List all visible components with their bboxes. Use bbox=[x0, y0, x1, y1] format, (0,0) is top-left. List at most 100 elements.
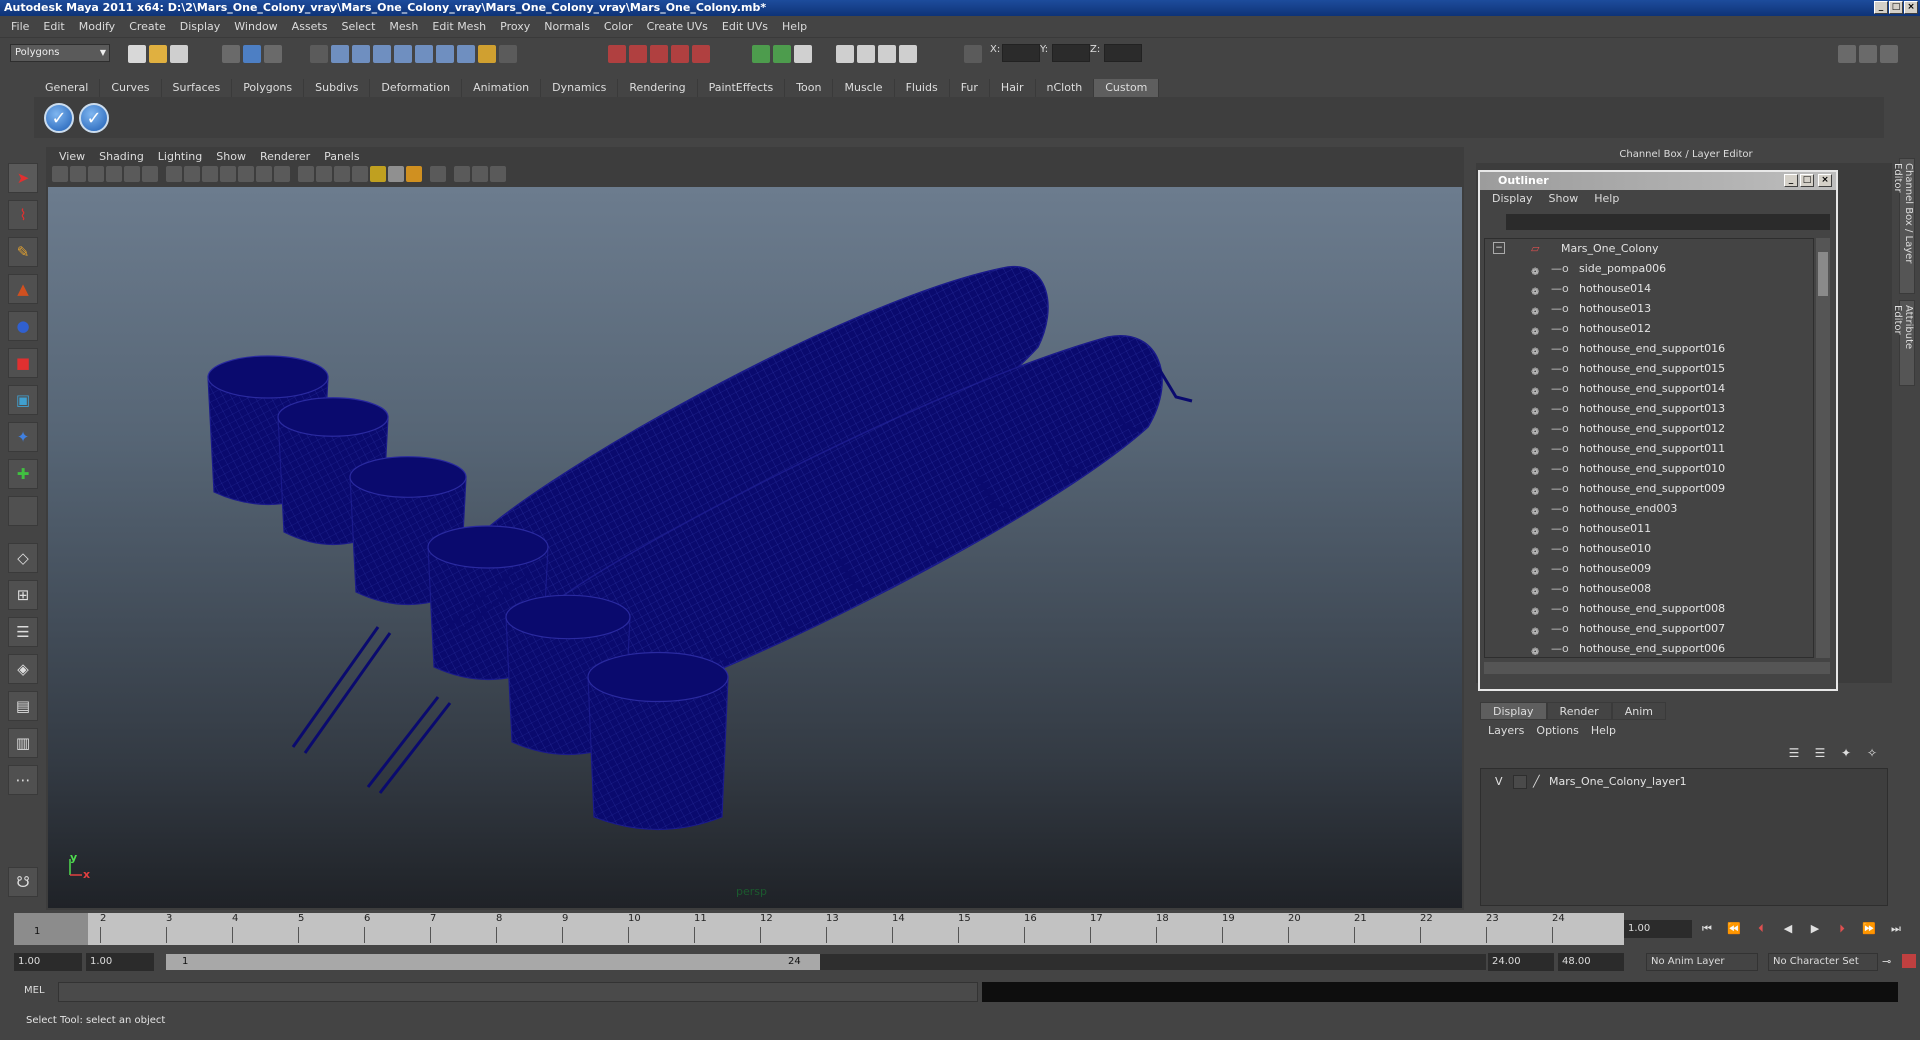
collapse-icon[interactable]: − bbox=[1493, 242, 1505, 254]
snap-point-icon[interactable] bbox=[650, 45, 668, 63]
paint-select-tool-icon[interactable]: ✎ bbox=[8, 237, 38, 267]
outliner-filter-input[interactable] bbox=[1506, 214, 1830, 230]
viewport-menu-lighting[interactable]: Lighting bbox=[151, 149, 209, 165]
outliner-menu-help[interactable]: Help bbox=[1586, 190, 1627, 208]
viewport-menu-panels[interactable]: Panels bbox=[317, 149, 366, 165]
minimize-button[interactable]: _ bbox=[1874, 1, 1888, 14]
xray-joints-icon[interactable] bbox=[472, 166, 488, 182]
snap-grid-icon[interactable] bbox=[608, 45, 626, 63]
outliner-item-row[interactable]: ❁ —o hothouse_end003 bbox=[1485, 499, 1813, 519]
select-tool-icon[interactable]: ➤ bbox=[8, 163, 38, 193]
outliner-item-row[interactable]: ❁ —o hothouse_end_support012 bbox=[1485, 419, 1813, 439]
go-to-start-icon[interactable]: ⏮ bbox=[1698, 920, 1716, 938]
menu-edit[interactable]: Edit bbox=[36, 20, 71, 33]
outliner-item-row[interactable]: ❁ —o hothouse_end_support014 bbox=[1485, 379, 1813, 399]
all-lights-icon[interactable] bbox=[406, 166, 422, 182]
soft-modification-icon[interactable]: ✦ bbox=[8, 422, 38, 452]
shelf-tab-custom[interactable]: Custom bbox=[1094, 79, 1160, 97]
lasso-tool-icon[interactable]: ⌇ bbox=[8, 200, 38, 230]
show-attribute-editor-icon[interactable] bbox=[1838, 45, 1856, 63]
current-frame-marker[interactable] bbox=[14, 913, 88, 945]
shelf-tab-subdivs[interactable]: Subdivs bbox=[304, 79, 371, 97]
maximize-button[interactable]: □ bbox=[1800, 174, 1814, 187]
menu-display[interactable]: Display bbox=[173, 20, 228, 33]
lock-selection-icon[interactable] bbox=[478, 45, 496, 63]
playback-start-field[interactable]: 1.00 bbox=[86, 953, 154, 971]
layer-tab-render[interactable]: Render bbox=[1546, 702, 1612, 720]
shelf-tab-curves[interactable]: Curves bbox=[100, 79, 162, 97]
highlight-selection-icon[interactable] bbox=[499, 45, 517, 63]
viewport-menu-renderer[interactable]: Renderer bbox=[253, 149, 317, 165]
menu-create[interactable]: Create bbox=[122, 20, 173, 33]
persp-outliner-layout-icon[interactable]: ☰ bbox=[8, 617, 38, 647]
wireframe-icon[interactable] bbox=[298, 166, 314, 182]
shelf-tab-dynamics[interactable]: Dynamics bbox=[541, 79, 619, 97]
outliner-item-row[interactable]: ❁ —o hothouse011 bbox=[1485, 519, 1813, 539]
character-set-dropdown[interactable]: No Character Set bbox=[1768, 953, 1878, 971]
current-frame-field[interactable]: 1.00 bbox=[1624, 920, 1692, 938]
outliner-item-row[interactable]: ❁ —o hothouse_end_support010 bbox=[1485, 459, 1813, 479]
anim-layer-dropdown[interactable]: No Anim Layer bbox=[1646, 953, 1758, 971]
range-slider-handle[interactable]: 1 24 bbox=[166, 954, 820, 970]
safe-title-icon[interactable] bbox=[274, 166, 290, 182]
outliner-horizontal-scrollbar[interactable] bbox=[1484, 662, 1830, 674]
bookmarks-icon[interactable] bbox=[88, 166, 104, 182]
show-manipulator-icon[interactable]: ✚ bbox=[8, 459, 38, 489]
render-current-frame-icon[interactable] bbox=[857, 45, 875, 63]
outliner-list[interactable]: − ▱ Mars_One_Colony ❁ —o side_pompa006 ❁ —o… bbox=[1484, 238, 1814, 658]
isolate-select-icon[interactable] bbox=[430, 166, 446, 182]
close-button[interactable]: × bbox=[1904, 1, 1918, 14]
layer-visibility-toggle[interactable]: V bbox=[1495, 773, 1503, 791]
show-channel-box-icon[interactable] bbox=[1880, 45, 1898, 63]
open-scene-icon[interactable] bbox=[149, 45, 167, 63]
move-layer-up-icon[interactable]: ☰ bbox=[1784, 746, 1804, 764]
outliner-root-row[interactable]: − ▱ Mars_One_Colony bbox=[1485, 239, 1813, 259]
playback-end-field[interactable]: 24.00 bbox=[1488, 953, 1554, 971]
new-layer-from-selected-icon[interactable]: ✧ bbox=[1862, 746, 1882, 764]
field-chart-icon[interactable] bbox=[238, 166, 254, 182]
shelf-tab-ncloth[interactable]: nCloth bbox=[1036, 79, 1095, 97]
outliner-item-row[interactable]: ❁ —o hothouse010 bbox=[1485, 539, 1813, 559]
rotate-tool-icon[interactable]: ● bbox=[8, 311, 38, 341]
close-button[interactable]: × bbox=[1818, 174, 1832, 187]
menu-modify[interactable]: Modify bbox=[72, 20, 122, 33]
time-slider[interactable]: 123456789101112131415161718192021222324 bbox=[14, 913, 1624, 945]
layer-menu-layers[interactable]: Layers bbox=[1482, 724, 1530, 737]
layer-tab-display[interactable]: Display bbox=[1480, 702, 1547, 720]
viewport-menu-view[interactable]: View bbox=[52, 149, 92, 165]
menu-normals[interactable]: Normals bbox=[537, 20, 597, 33]
mask-joints-icon[interactable] bbox=[331, 45, 349, 63]
end-time-field[interactable]: 48.00 bbox=[1558, 953, 1624, 971]
side-tab-attribute-editor[interactable]: Attribute Editor bbox=[1892, 300, 1915, 386]
outliner-menu-display[interactable]: Display bbox=[1484, 190, 1541, 208]
menu-file[interactable]: File bbox=[4, 20, 36, 33]
menu-set-dropdown[interactable]: Polygons ▼ bbox=[10, 44, 110, 62]
layer-menu-help[interactable]: Help bbox=[1585, 724, 1622, 737]
menu-create-uvs[interactable]: Create UVs bbox=[640, 20, 715, 33]
outliner-item-row[interactable]: ❁ —o hothouse_end_support008 bbox=[1485, 599, 1813, 619]
mask-curves-icon[interactable] bbox=[352, 45, 370, 63]
film-gate-icon[interactable] bbox=[184, 166, 200, 182]
snap-view-plane-icon[interactable] bbox=[671, 45, 689, 63]
mask-misc-icon[interactable] bbox=[457, 45, 475, 63]
xray-icon[interactable] bbox=[454, 166, 470, 182]
gate-mask-icon[interactable] bbox=[220, 166, 236, 182]
layer-color-icon[interactable]: ╱ bbox=[1533, 773, 1540, 791]
two-d-pan-zoom-icon[interactable] bbox=[124, 166, 140, 182]
outliner-item-row[interactable]: ❁ —o hothouse_end_support013 bbox=[1485, 399, 1813, 419]
layer-menu-options[interactable]: Options bbox=[1530, 724, 1584, 737]
auto-key-icon[interactable]: ⊸ bbox=[1882, 955, 1891, 968]
resolution-gate-icon[interactable] bbox=[202, 166, 218, 182]
shelf-tab-rendering[interactable]: Rendering bbox=[618, 79, 698, 97]
outliner-item-row[interactable]: ❁ —o hothouse_end_support015 bbox=[1485, 359, 1813, 379]
grid-icon[interactable] bbox=[166, 166, 182, 182]
mask-deformations-icon[interactable] bbox=[394, 45, 412, 63]
ipr-render-icon[interactable] bbox=[878, 45, 896, 63]
image-plane-icon[interactable] bbox=[106, 166, 122, 182]
move-tool-icon[interactable]: ▲ bbox=[8, 274, 38, 304]
shelf-tab-painteffects[interactable]: PaintEffects bbox=[698, 79, 786, 97]
new-scene-icon[interactable] bbox=[128, 45, 146, 63]
outliner-item-row[interactable]: ❁ —o side_pompa006 bbox=[1485, 259, 1813, 279]
shelf-tab-toon[interactable]: Toon bbox=[785, 79, 834, 97]
x-field[interactable] bbox=[1002, 44, 1040, 62]
